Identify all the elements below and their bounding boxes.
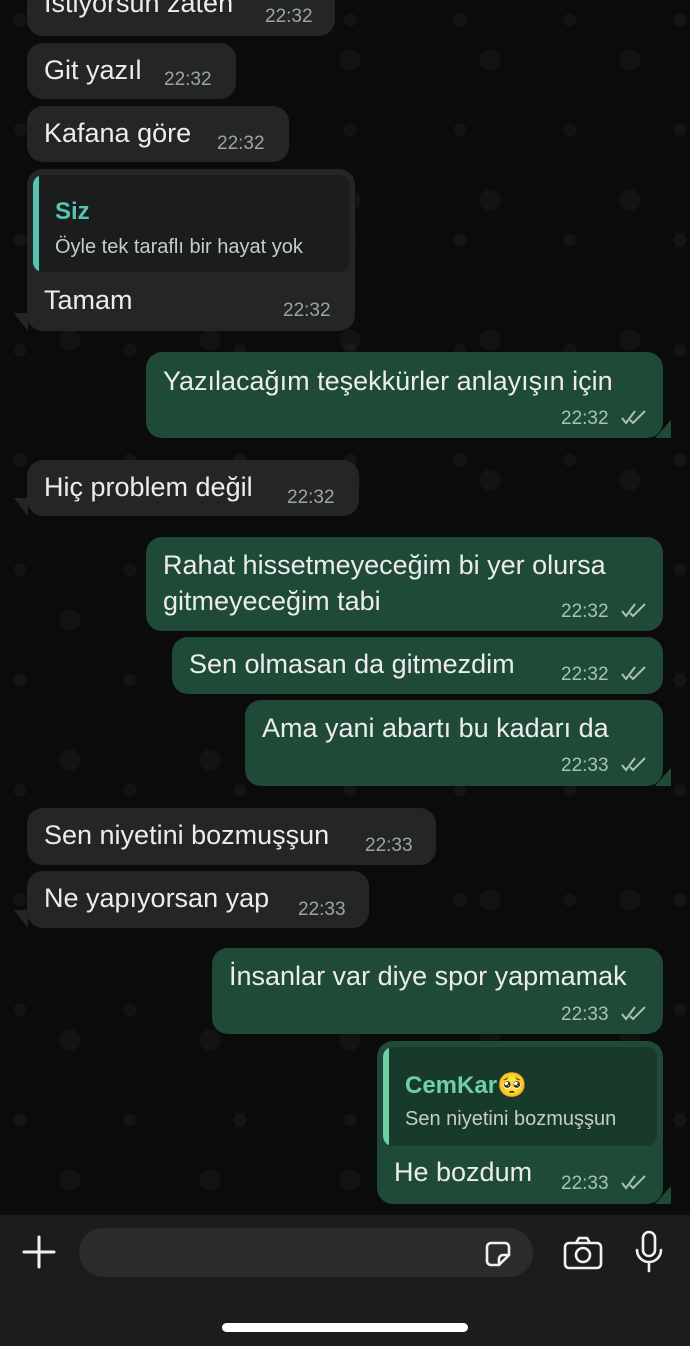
message-outgoing[interactable]: İnsanlar var diye spor yapmamak 22:33 <box>212 948 663 1034</box>
message-time: 22:32 <box>287 487 335 508</box>
bubble-tail <box>655 768 671 786</box>
message-time: 22:32 <box>561 664 609 685</box>
read-ticks-icon <box>621 410 646 425</box>
bubble-tail <box>14 498 28 516</box>
message-incoming[interactable]: Kafana göre 22:32 <box>27 106 289 162</box>
message-time: 22:33 <box>298 899 346 920</box>
quote-text: Öyle tek taraflı bir hayat yok <box>55 236 303 258</box>
message-time: 22:32 <box>217 133 265 154</box>
read-ticks-icon <box>621 1175 646 1190</box>
pleading-face-emoji: 🥺 <box>497 1072 527 1099</box>
message-time: 22:33 <box>561 1173 609 1194</box>
microphone-icon[interactable] <box>634 1230 664 1274</box>
message-outgoing-reply[interactable]: CemKar🥺 Sen niyetini bozmuşşun He bozdum… <box>377 1041 663 1204</box>
message-outgoing[interactable]: Ama yani abartı bu kadarı da 22:33 <box>245 700 663 786</box>
sticker-icon[interactable] <box>483 1239 513 1269</box>
message-incoming[interactable]: Git yazıl 22:32 <box>27 43 236 99</box>
read-ticks-icon <box>621 666 646 681</box>
message-text: Tamam <box>44 285 133 315</box>
read-ticks-icon <box>621 757 646 772</box>
message-text: Ama yani abartı bu kadarı da <box>262 713 609 743</box>
quoted-message[interactable]: Siz Öyle tek taraflı bir hayat yok <box>33 175 349 272</box>
message-time: 22:33 <box>561 1004 609 1025</box>
input-bar <box>0 1215 690 1346</box>
message-text: İnsanlar var diye spor yapmamak <box>229 961 627 991</box>
message-incoming[interactable]: Hiç problem değil 22:32 <box>27 460 359 516</box>
camera-icon[interactable] <box>563 1236 603 1270</box>
message-text: Rahat hissetmeyeceğim bi yer olursa <box>163 550 606 580</box>
home-indicator <box>222 1323 468 1332</box>
plus-icon[interactable] <box>22 1235 56 1269</box>
message-time: 22:33 <box>365 835 413 856</box>
message-text: Ne yapıyorsan yap <box>44 883 270 913</box>
message-text: Hiç problem değil <box>44 472 253 502</box>
message-incoming-reply[interactable]: Siz Öyle tek taraflı bir hayat yok Tamam… <box>27 169 355 331</box>
chat-area[interactable]: İstiyorsun zaten 22:32 Git yazıl 22:32 K… <box>0 0 690 1215</box>
quoted-message[interactable]: CemKar🥺 Sen niyetini bozmuşşun <box>383 1047 657 1146</box>
bubble-tail <box>655 1186 671 1204</box>
message-time: 22:32 <box>164 69 212 90</box>
message-time: 22:32 <box>265 6 313 27</box>
quote-accent-bar <box>33 175 39 272</box>
message-time: 22:32 <box>283 300 331 321</box>
quote-author: Siz <box>55 198 90 225</box>
message-text: gitmeyeceğim tabi <box>163 586 381 616</box>
bubble-tail <box>14 910 28 928</box>
message-outgoing[interactable]: Rahat hissetmeyeceğim bi yer olursa gitm… <box>146 537 663 631</box>
message-text: Git yazıl <box>44 55 142 85</box>
message-text: Yazılacağım teşekkürler anlayışın için <box>163 366 613 396</box>
bubble-tail <box>655 420 671 438</box>
quote-author-name: CemKar <box>405 1072 498 1099</box>
message-incoming[interactable]: Sen niyetini bozmuşşun 22:33 <box>27 808 436 865</box>
message-text: Sen niyetini bozmuşşun <box>44 820 330 850</box>
message-incoming[interactable]: Ne yapıyorsan yap 22:33 <box>27 871 369 928</box>
message-text: Sen olmasan da gitmezdim <box>189 649 515 679</box>
message-input[interactable] <box>79 1228 533 1277</box>
message-text: Kafana göre <box>44 118 192 148</box>
message-time: 22:33 <box>561 755 609 776</box>
message-incoming[interactable]: İstiyorsun zaten 22:32 <box>27 0 335 36</box>
quote-author: CemKar🥺 <box>405 1071 527 1100</box>
bubble-tail <box>14 313 28 331</box>
message-time: 22:32 <box>561 408 609 429</box>
message-outgoing[interactable]: Yazılacağım teşekkürler anlayışın için 2… <box>146 352 663 438</box>
quote-accent-bar <box>383 1047 389 1146</box>
read-ticks-icon <box>621 1006 646 1021</box>
message-outgoing[interactable]: Sen olmasan da gitmezdim 22:32 <box>172 637 663 694</box>
quote-text: Sen niyetini bozmuşşun <box>405 1108 617 1130</box>
read-ticks-icon <box>621 603 646 618</box>
message-text: İstiyorsun zaten <box>44 0 234 18</box>
message-text: He bozdum <box>394 1157 533 1187</box>
message-time: 22:32 <box>561 601 609 622</box>
